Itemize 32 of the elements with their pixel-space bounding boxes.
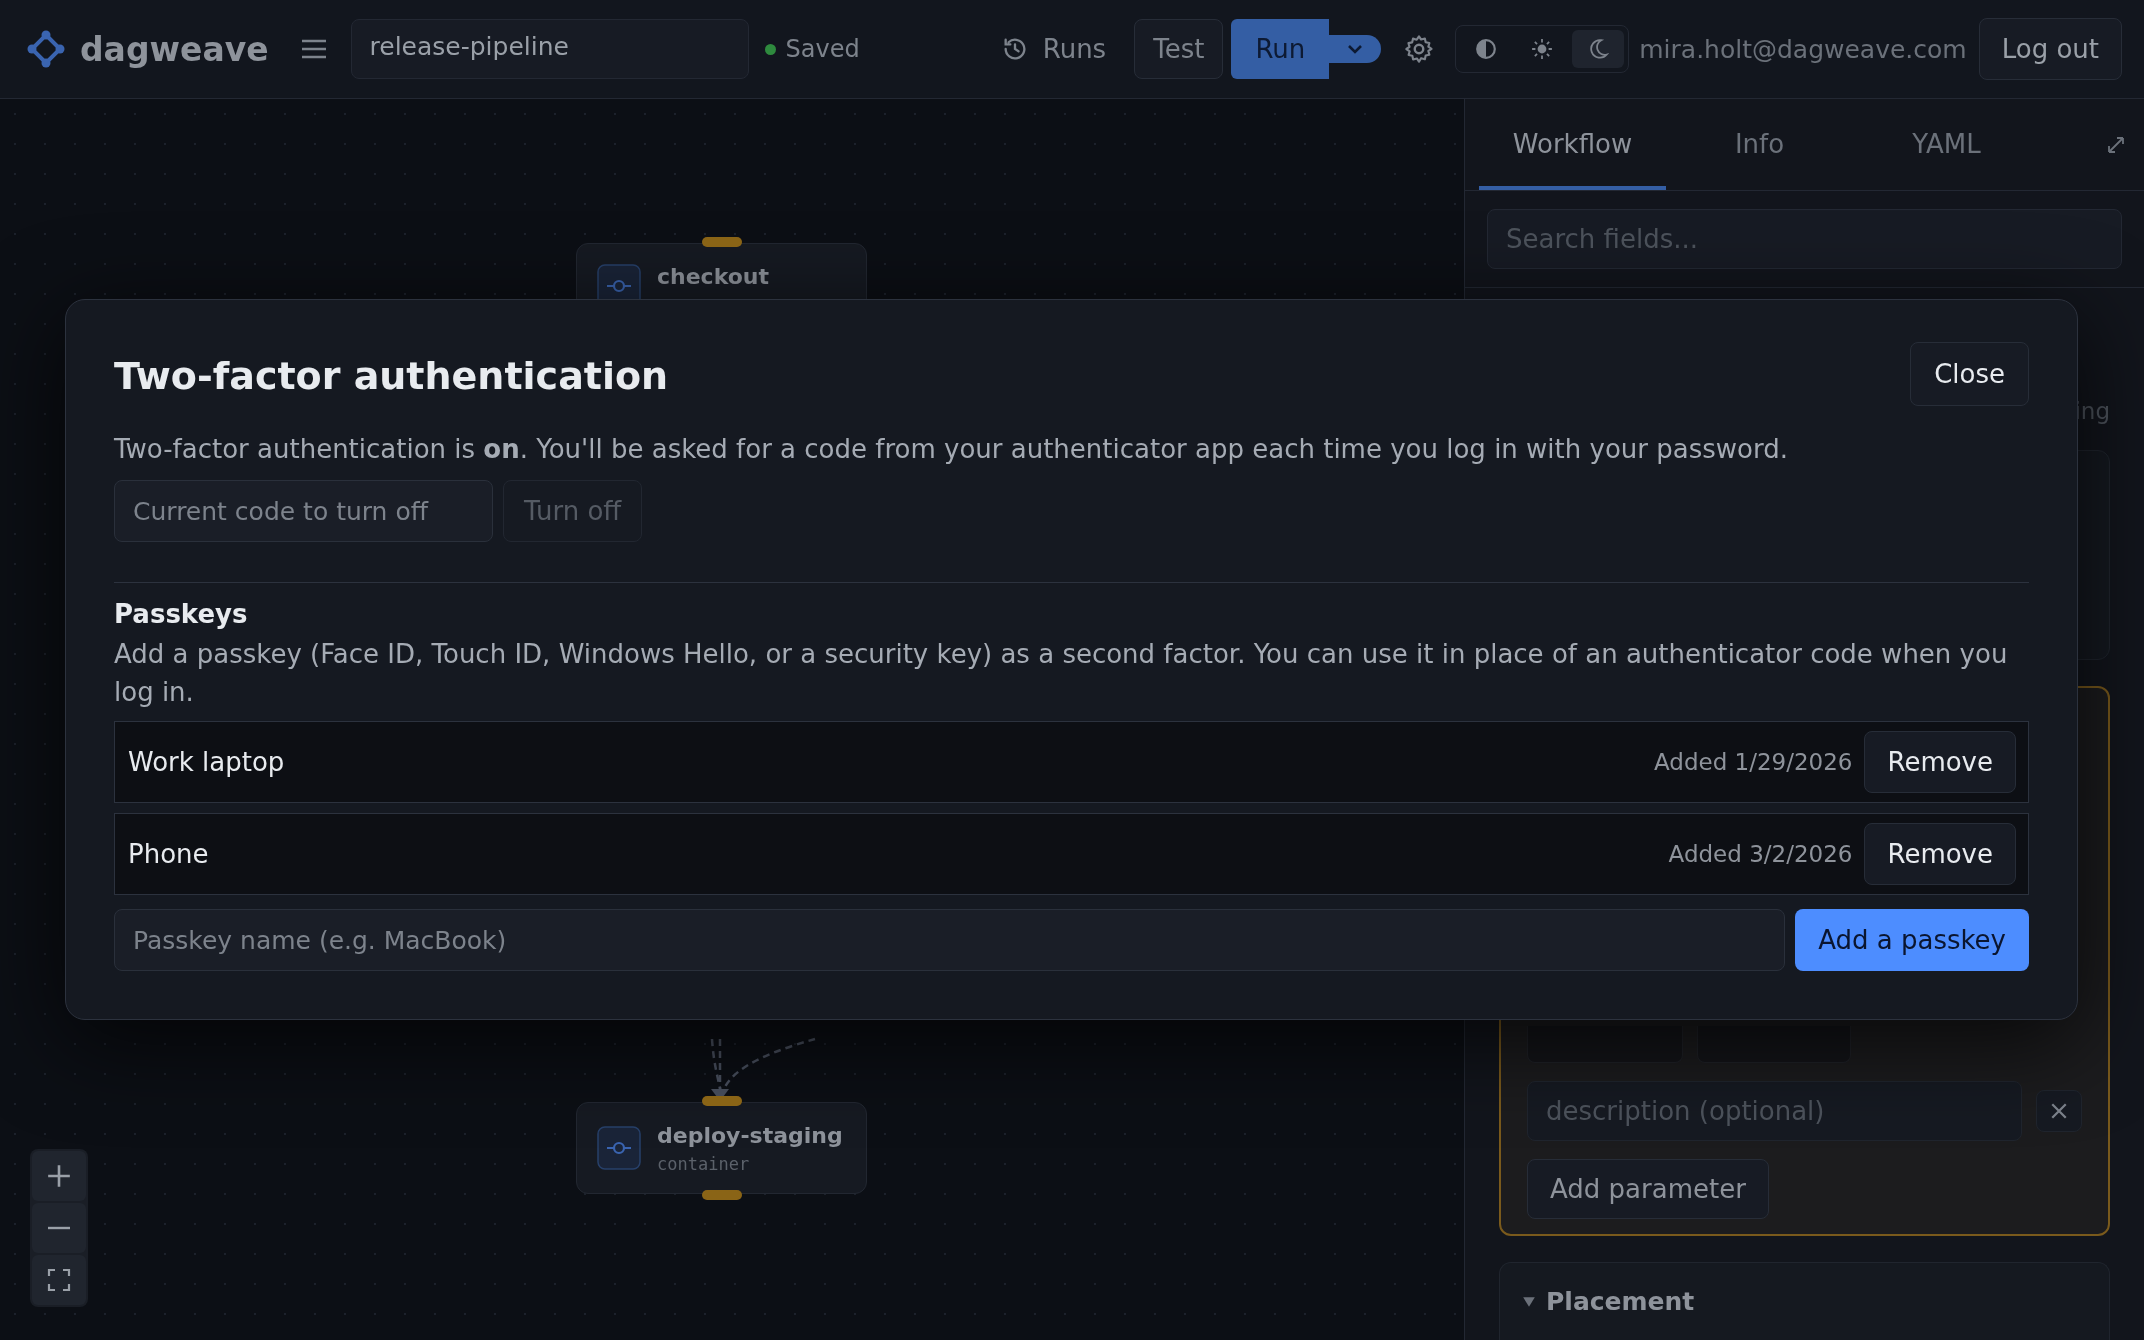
close-button[interactable]: Close xyxy=(1910,342,2029,406)
save-status: Saved xyxy=(785,35,860,63)
add-passkey-button[interactable]: Add a passkey xyxy=(1795,909,2029,971)
panel-tab[interactable]: YAML xyxy=(1853,99,2040,190)
dialog-title: Two-factor authentication xyxy=(114,354,669,398)
passkeys-heading: Passkeys xyxy=(114,599,249,629)
placement-toggle[interactable]: Placement xyxy=(1522,1287,1695,1316)
passkey-name: Phone xyxy=(128,839,210,869)
test-button[interactable]: Test xyxy=(1134,19,1224,79)
panel-tab[interactable]: Info xyxy=(1666,99,1853,190)
workflow-node[interactable]: deploy-staging container xyxy=(576,1102,867,1194)
node-title: deploy-staging xyxy=(657,1122,843,1148)
node-title: checkout xyxy=(657,264,769,289)
passkey-name-field[interactable]: Passkey name (e.g. MacBook) xyxy=(114,909,1786,971)
remove-button[interactable]: Remove xyxy=(1864,731,2016,793)
add-parameter-button[interactable]: Add parameter xyxy=(1527,1159,1769,1219)
passkey-name: Work laptop xyxy=(128,747,286,777)
remove-button[interactable]: Remove xyxy=(1864,823,2016,885)
app-logo: dagweave xyxy=(80,29,269,69)
passkey-date: Added 3/2/2026 xyxy=(1668,841,1853,867)
pipeline-name-field[interactable]: release-pipeline xyxy=(350,19,749,79)
user-email: mira.holt@dagweave.com xyxy=(1639,34,1967,64)
search-field[interactable]: Search fields... xyxy=(1487,209,2122,269)
runs-button[interactable]: Runs xyxy=(1000,34,1107,64)
status-text: Two-factor authentication is on. You'll be asked for a code from your authenticator app each time you log in with your password. xyxy=(114,433,1789,466)
passkey-date: Added 1/29/2026 xyxy=(1653,749,1853,775)
description-field[interactable]: description (optional) xyxy=(1527,1081,2022,1141)
passkeys-description: Add a passkey (Face ID, Touch ID, Windows Hello, or a security key) as a second factor. You can use it in place of an authenticator code when you log in. xyxy=(114,638,2009,709)
logout-button[interactable]: Log out xyxy=(1978,18,2122,80)
node-type: container xyxy=(657,1153,751,1174)
panel-tab[interactable]: Workflow xyxy=(1479,99,1666,190)
code-field[interactable]: Current code to turn off xyxy=(114,480,493,542)
